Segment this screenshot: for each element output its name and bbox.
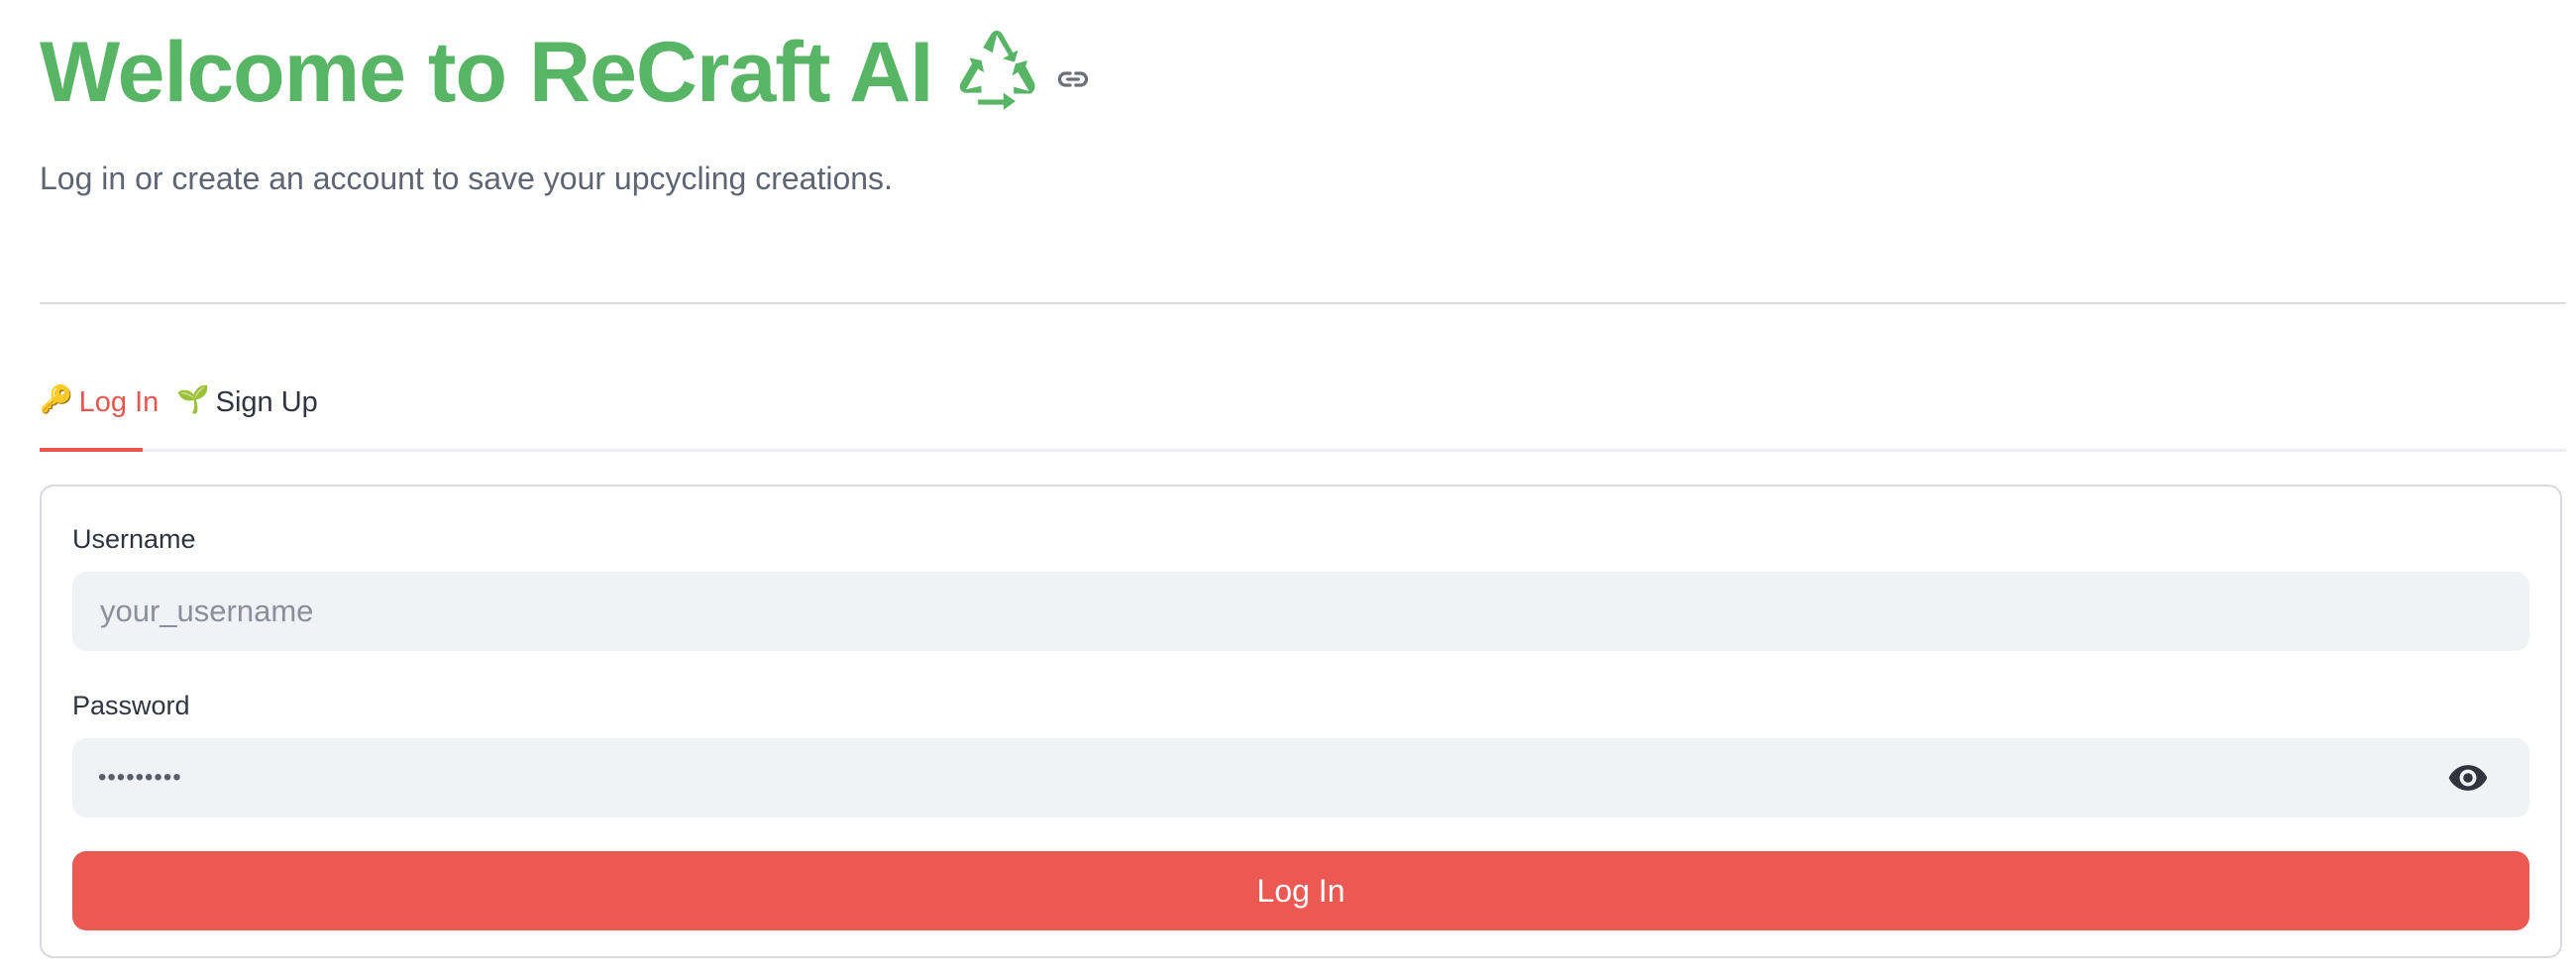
tab-label: Log In <box>78 386 160 418</box>
auth-tabs: 🔑 Log In 🌱 Sign Up <box>40 377 2566 452</box>
username-field-container <box>72 572 2529 651</box>
password-label: Password <box>72 691 190 720</box>
eye-icon[interactable] <box>2446 756 2490 800</box>
link-icon[interactable] <box>1055 61 1091 97</box>
tab-label: Sign Up <box>215 386 318 418</box>
seedling-icon: 🌱 <box>176 384 210 414</box>
key-icon: 🔑 <box>40 384 73 414</box>
page-header: Welcome to ReCraft AI <box>40 18 1091 127</box>
page-subtitle: Log in or create an account to save your… <box>40 161 893 196</box>
page: Welcome to ReCraft AI Log in or create a… <box>0 0 2576 977</box>
login-form: Username Password ••••••••• Log In <box>40 485 2562 958</box>
tab-sign-up[interactable]: 🌱 Sign Up <box>176 386 318 452</box>
password-input[interactable]: ••••••••• <box>98 764 2446 792</box>
username-input[interactable] <box>98 593 2504 630</box>
log-in-button[interactable]: Log In <box>72 851 2529 930</box>
active-tab-indicator <box>40 448 143 452</box>
tabs-baseline <box>40 449 2566 452</box>
tab-log-in[interactable]: 🔑 Log In <box>40 386 159 452</box>
page-title: Welcome to ReCraft AI <box>40 24 933 120</box>
divider <box>40 302 2566 304</box>
password-field[interactable]: ••••••••• <box>72 738 2529 817</box>
recycle-icon <box>960 30 1035 110</box>
username-label: Username <box>72 524 196 554</box>
